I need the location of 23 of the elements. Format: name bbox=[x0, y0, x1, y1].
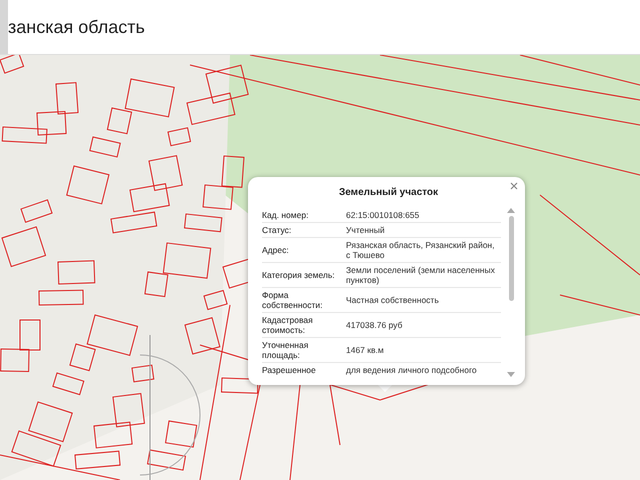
field-label: Кад. номер: bbox=[262, 210, 310, 220]
field-label: Форма собственности: bbox=[262, 290, 324, 310]
field-value: Земли поселений (земли населенных пунктов) bbox=[346, 265, 496, 285]
field-value: 417038.76 руб bbox=[346, 320, 404, 330]
field-value: 1467 кв.м bbox=[346, 345, 385, 355]
scroll-up-icon[interactable] bbox=[507, 208, 515, 213]
field-label: Разрешенное bbox=[262, 365, 317, 375]
field-value: Учтенный bbox=[346, 225, 386, 235]
page-title: занская область bbox=[8, 16, 145, 38]
scrollbar[interactable] bbox=[507, 208, 515, 377]
field-label: Адрес: bbox=[262, 245, 290, 255]
field-value: Частная собственность bbox=[346, 295, 440, 305]
field-value: для ведения личного подсобного bbox=[346, 365, 478, 375]
close-icon[interactable] bbox=[509, 181, 519, 191]
field-label: Статус: bbox=[262, 225, 292, 235]
field-label: Уточненная площадь: bbox=[262, 340, 310, 360]
popup-title: Земельный участок bbox=[338, 187, 440, 198]
scroll-down-icon[interactable] bbox=[507, 372, 515, 377]
scrollbar-thumb[interactable] bbox=[508, 216, 514, 301]
field-value: 62:15:0010108:655 bbox=[346, 210, 420, 220]
field-value: Рязанская область, Рязанский район, с Тюшево bbox=[346, 240, 496, 260]
field-label: Кадастровая стоимость: bbox=[262, 315, 314, 335]
field-label: Категория земель: bbox=[262, 270, 336, 280]
